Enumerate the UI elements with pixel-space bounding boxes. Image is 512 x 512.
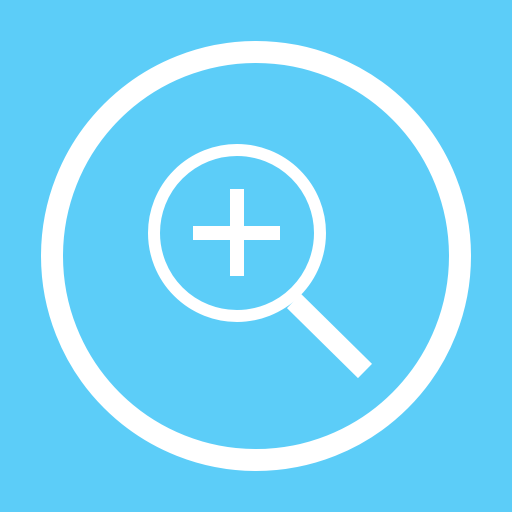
plus-horizontal-bar [193,226,280,240]
zoom-in-icon[interactable] [0,0,512,512]
zoom-in-app-icon[interactable] [0,0,512,512]
background-tile [0,0,512,512]
